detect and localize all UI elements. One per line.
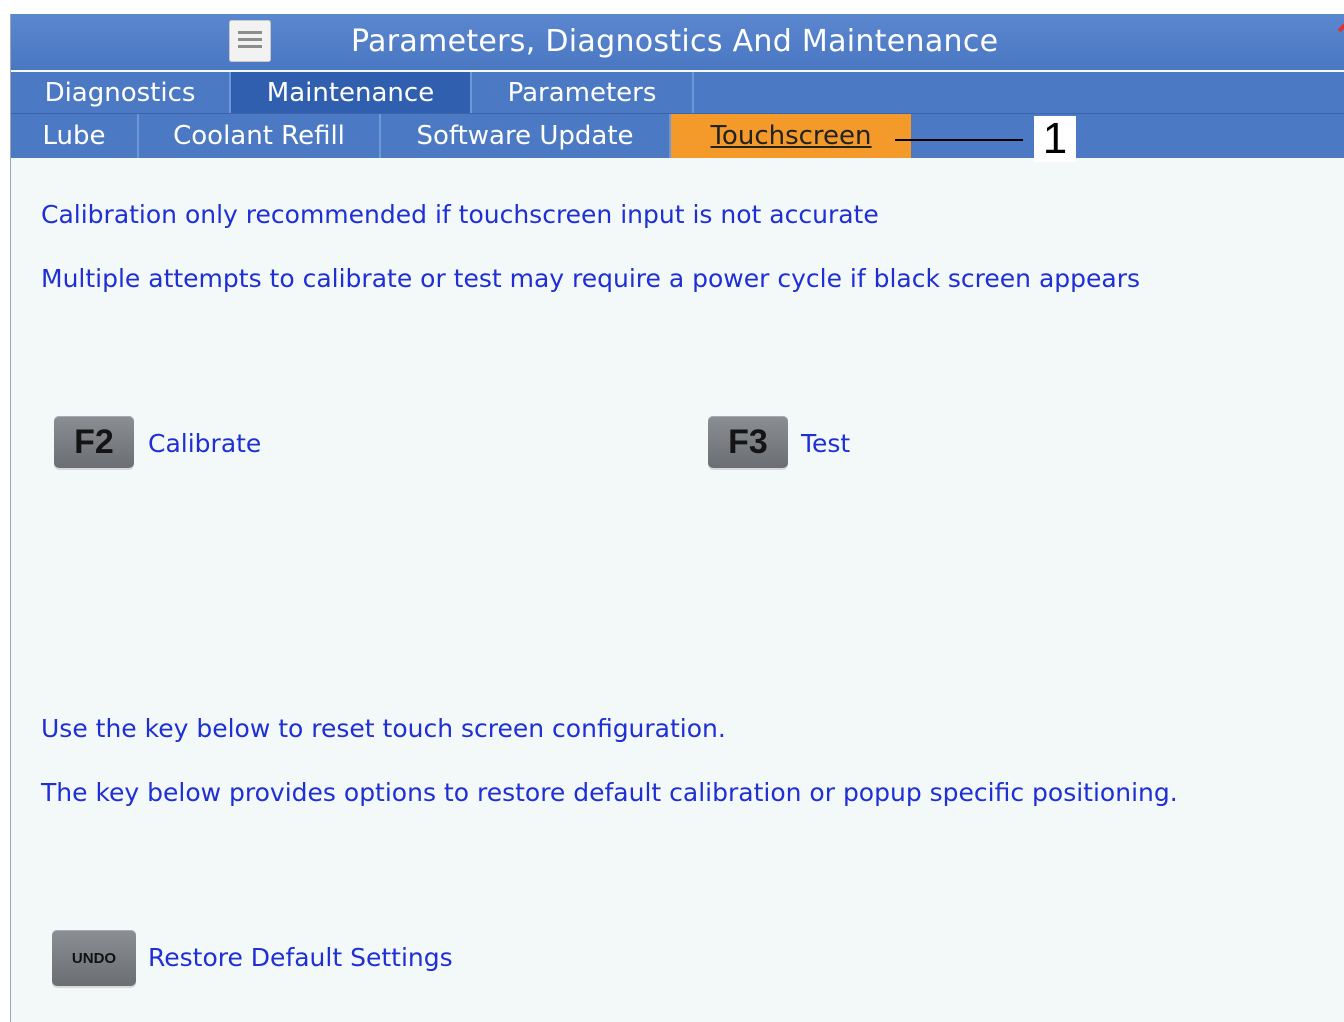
menu-icon[interactable] [229, 20, 271, 62]
tab-label: Touchscreen [710, 121, 872, 151]
tab-label: Parameters [507, 77, 657, 108]
pdm-window: Parameters, Diagnostics And Maintenance … [10, 14, 1344, 1022]
tab-diagnostics[interactable]: Diagnostics [11, 72, 231, 113]
window-title: Parameters, Diagnostics And Maintenance [351, 24, 999, 59]
tab-label: Coolant Refill [173, 121, 345, 151]
primary-tab-bar: Diagnostics Maintenance Parameters [11, 72, 1344, 113]
tab-lube[interactable]: Lube [11, 114, 139, 158]
secondary-tab-bar: Lube Coolant Refill Software Update Touc… [11, 113, 1344, 158]
undo-key-button[interactable]: UNDO [52, 930, 136, 986]
corner-close-mark[interactable] [1337, 19, 1344, 33]
tab-label: Diagnostics [44, 77, 196, 108]
info-line-calibration: Calibration only recommended if touchscr… [41, 200, 879, 229]
title-bar: Parameters, Diagnostics And Maintenance [11, 14, 1344, 70]
tab-maintenance[interactable]: Maintenance [231, 72, 472, 113]
tab-software-update[interactable]: Software Update [381, 114, 671, 158]
tab-label: Lube [42, 121, 106, 151]
callout-number: 1 [1034, 116, 1076, 162]
tab-touchscreen[interactable]: Touchscreen [671, 114, 911, 158]
restore-default-label: Restore Default Settings [148, 943, 453, 972]
info-line-reset: Use the key below to reset touch screen … [41, 714, 726, 743]
test-label: Test [801, 429, 851, 458]
calibrate-label: Calibrate [148, 429, 262, 458]
f2-key-button[interactable]: F2 [54, 416, 134, 468]
info-line-restore-options: The key below provides options to restor… [41, 778, 1178, 807]
callout-line [895, 139, 1023, 141]
tab-parameters[interactable]: Parameters [472, 72, 694, 113]
info-line-power-cycle: Multiple attempts to calibrate or test m… [41, 264, 1141, 293]
f3-key-button[interactable]: F3 [708, 416, 788, 468]
tab-coolant-refill[interactable]: Coolant Refill [139, 114, 381, 158]
tab-label: Maintenance [266, 77, 435, 108]
tab-label: Software Update [416, 121, 634, 151]
